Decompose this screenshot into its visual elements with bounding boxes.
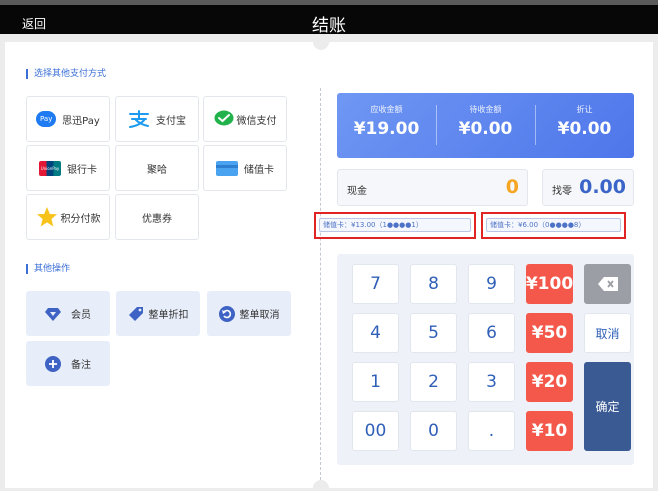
pay-method-label: 储值卡 bbox=[244, 164, 274, 176]
cash-value: 0 bbox=[505, 176, 519, 198]
cancel-button[interactable]: 取消 bbox=[584, 313, 631, 353]
pay-method-label: 积分付款 bbox=[60, 213, 101, 225]
order-cancel-button[interactable]: 整单取消 bbox=[207, 291, 291, 336]
discount-value: ¥0.00 bbox=[557, 119, 612, 139]
title-bar: 返回 结账 bbox=[0, 0, 658, 36]
pay-method-bankcard[interactable]: UnionPay 银行卡 bbox=[26, 145, 110, 191]
receivable-value: ¥19.00 bbox=[353, 119, 420, 139]
member-diamond-icon bbox=[45, 307, 61, 321]
receivable-amount: 应收金额 ¥19.00 bbox=[337, 93, 436, 158]
stored-card-record-text: 储值卡：¥13.00（1●●●●1） bbox=[319, 218, 471, 232]
section-title-other-payment: 选择其他支付方式 bbox=[26, 69, 106, 79]
op-label: 整单取消 bbox=[239, 310, 280, 321]
change-display: 找零 0.00 bbox=[542, 169, 634, 206]
alipay-icon bbox=[128, 110, 150, 128]
sixun-pay-icon: Pay bbox=[36, 111, 57, 127]
pay-method-label: 优惠券 bbox=[142, 213, 172, 225]
page-title: 结账 bbox=[312, 16, 346, 36]
cash-label: 现金 bbox=[347, 186, 367, 197]
key-5[interactable]: 5 bbox=[410, 313, 457, 353]
backspace-button[interactable] bbox=[584, 264, 631, 304]
pay-method-coupon[interactable]: 优惠券 bbox=[115, 194, 199, 240]
quick-amount-100[interactable]: ¥100 bbox=[526, 264, 573, 304]
plus-circle-icon bbox=[45, 355, 61, 372]
key-0[interactable]: 0 bbox=[410, 411, 457, 451]
points-star-icon bbox=[36, 206, 58, 228]
undo-icon bbox=[218, 305, 235, 322]
pay-method-stored-card[interactable]: 储值卡 bbox=[203, 145, 287, 191]
unionpay-icon: UnionPay bbox=[39, 160, 61, 176]
panel-divider bbox=[320, 88, 321, 480]
amount-summary: 应收金额 ¥19.00 待收金额 ¥0.00 折让 ¥0.00 bbox=[337, 93, 634, 158]
pay-method-label: 聚哈 bbox=[147, 164, 167, 176]
pay-method-alipay[interactable]: 支付宝 bbox=[115, 96, 199, 142]
cash-input[interactable]: 现金 0 bbox=[337, 169, 528, 206]
op-label: 备注 bbox=[71, 360, 91, 371]
key-dot[interactable]: . bbox=[468, 411, 515, 451]
pay-method-label: 思迅Pay bbox=[62, 115, 100, 127]
notch-top bbox=[313, 34, 329, 50]
key-4[interactable]: 4 bbox=[352, 313, 399, 353]
note-button[interactable]: 备注 bbox=[26, 341, 110, 386]
confirm-button[interactable]: 确定 bbox=[584, 362, 631, 451]
pay-method-label: 银行卡 bbox=[67, 164, 97, 176]
quick-amount-50[interactable]: ¥50 bbox=[526, 313, 573, 353]
key-3[interactable]: 3 bbox=[468, 362, 515, 402]
receivable-label: 应收金额 bbox=[370, 105, 403, 114]
key-2[interactable]: 2 bbox=[410, 362, 457, 402]
key-00[interactable]: 00 bbox=[352, 411, 399, 451]
op-label: 整单折扣 bbox=[148, 310, 189, 321]
change-value: 0.00 bbox=[579, 176, 626, 198]
checkout-panel: 选择其他支付方式 Pay 思迅Pay 支付宝 微信支付 UnionPay 银行卡… bbox=[5, 34, 653, 491]
pending-label: 待收金额 bbox=[469, 105, 502, 114]
pay-method-sixun[interactable]: Pay 思迅Pay bbox=[26, 96, 110, 142]
pay-method-juha[interactable]: 聚哈 bbox=[115, 145, 199, 191]
backspace-icon bbox=[597, 277, 618, 291]
quick-amount-10[interactable]: ¥10 bbox=[526, 411, 573, 451]
pay-method-label: 支付宝 bbox=[156, 115, 186, 127]
key-8[interactable]: 8 bbox=[410, 264, 457, 304]
quick-amount-20[interactable]: ¥20 bbox=[526, 362, 573, 402]
member-button[interactable]: 会员 bbox=[26, 291, 110, 336]
wechat-pay-icon bbox=[214, 110, 234, 128]
key-7[interactable]: 7 bbox=[352, 264, 399, 304]
stored-card-record-2: 储值卡：¥6.00（0●●●●8） bbox=[481, 212, 626, 239]
discount-tag-icon bbox=[128, 306, 144, 322]
discount-label: 折让 bbox=[576, 105, 593, 114]
notch-bottom bbox=[313, 480, 329, 491]
order-discount-button[interactable]: 整单折扣 bbox=[116, 291, 200, 336]
key-6[interactable]: 6 bbox=[468, 313, 515, 353]
pay-method-wechat[interactable]: 微信支付 bbox=[203, 96, 287, 142]
pay-method-label: 微信支付 bbox=[236, 115, 277, 127]
stored-card-record-text: 储值卡：¥6.00（0●●●●8） bbox=[486, 218, 621, 232]
pending-value: ¥0.00 bbox=[458, 119, 513, 139]
pay-method-points[interactable]: 积分付款 bbox=[26, 194, 110, 240]
key-9[interactable]: 9 bbox=[468, 264, 515, 304]
pending-amount: 待收金额 ¥0.00 bbox=[436, 93, 535, 158]
change-label: 找零 bbox=[552, 186, 572, 197]
key-1[interactable]: 1 bbox=[352, 362, 399, 402]
section-title-other-ops: 其他操作 bbox=[26, 264, 70, 274]
op-label: 会员 bbox=[71, 310, 91, 321]
numeric-keypad: 7 8 9 ¥100 4 5 6 ¥50 取消 1 2 3 ¥20 确定 00 … bbox=[337, 254, 634, 465]
discount-amount: 折让 ¥0.00 bbox=[535, 93, 634, 158]
stored-card-record-1: 储值卡：¥13.00（1●●●●1） bbox=[314, 212, 476, 239]
stored-card-icon bbox=[216, 160, 238, 176]
